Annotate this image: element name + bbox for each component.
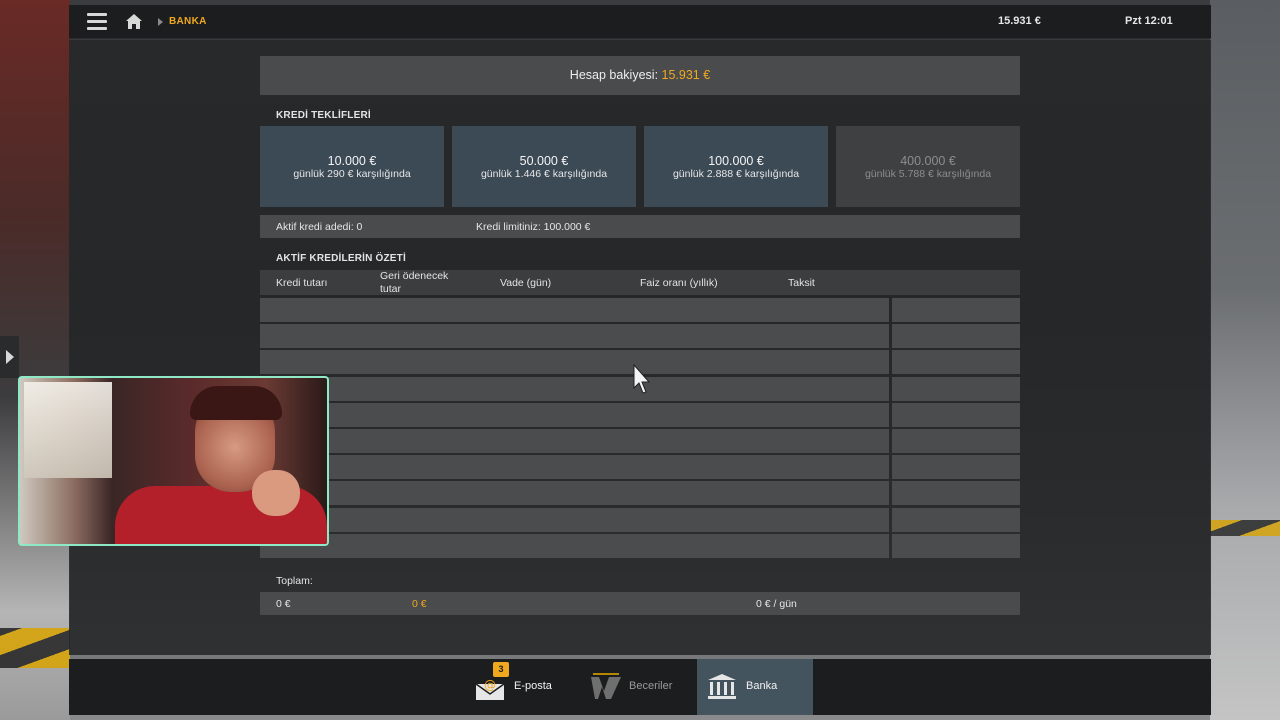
offer-amount: 100.000 € xyxy=(708,154,764,168)
side-panel-toggle[interactable] xyxy=(0,336,19,378)
table-row xyxy=(260,455,1020,480)
mouse-cursor-icon xyxy=(633,364,651,394)
game-background-right xyxy=(1210,0,1280,720)
home-icon[interactable] xyxy=(125,13,143,30)
dock-skills-label: Beceriler xyxy=(629,680,673,692)
offer-daily-cost: günlük 290 € karşılığında xyxy=(293,168,411,180)
col-loan-amount: Kredi tutarı xyxy=(276,277,328,289)
loan-offer-400000: 400.000 € günlük 5.788 € karşılığında xyxy=(836,126,1020,207)
svg-text:@: @ xyxy=(484,678,496,692)
game-clock: Pzt 12:01 xyxy=(1125,15,1173,27)
table-row xyxy=(260,298,1020,322)
email-icon: @ xyxy=(475,678,505,700)
active-loans-table xyxy=(260,298,1020,560)
offer-amount: 50.000 € xyxy=(519,154,569,168)
loan-offer-50000[interactable]: 50.000 € günlük 1.446 € karşılığında xyxy=(452,126,636,207)
offer-daily-cost: günlük 2.888 € karşılığında xyxy=(672,168,800,180)
dock-email-label: E-posta xyxy=(514,680,552,692)
dock-bank-label: Banka xyxy=(746,680,778,692)
active-loans-summary-title: AKTİF KREDİLERİN ÖZETİ xyxy=(276,253,406,264)
table-row xyxy=(260,402,1020,427)
total-installment: 0 € / gün xyxy=(756,598,797,610)
skills-icon xyxy=(591,673,621,699)
totals-bar: 0 € 0 € 0 € / gün xyxy=(260,592,1020,615)
col-installment: Taksit xyxy=(788,277,815,289)
dock-bank[interactable]: Banka xyxy=(697,659,813,715)
table-row xyxy=(260,324,1020,349)
col-repay-amount: Geri ödenecek tutar xyxy=(380,270,449,295)
table-row xyxy=(260,507,1020,532)
hazard-stripe xyxy=(1210,520,1280,536)
active-loan-count: Aktif kredi adedi: 0 xyxy=(276,221,363,233)
dock-skills[interactable]: Beceriler xyxy=(581,659,697,715)
offer-daily-cost: günlük 5.788 € karşılığında xyxy=(864,168,992,180)
table-row xyxy=(260,428,1020,453)
balance-label: Hesap bakiyesi: xyxy=(569,68,662,82)
offer-amount: 400.000 € xyxy=(900,154,956,168)
table-row xyxy=(260,481,1020,506)
credit-limit: Kredi limitiniz: 100.000 € xyxy=(476,221,591,233)
loan-offers-title: KREDİ TEKLİFLERİ xyxy=(276,110,371,121)
breadcrumb-arrow-icon xyxy=(158,18,163,26)
offer-amount: 10.000 € xyxy=(327,154,377,168)
table-row xyxy=(260,533,1020,558)
webcam-overlay xyxy=(18,376,329,546)
hazard-stripe xyxy=(0,628,70,668)
account-balance: Hesap bakiyesi: 15.931 € xyxy=(260,56,1020,95)
breadcrumb[interactable]: BANKA xyxy=(169,16,207,27)
loan-offer-10000[interactable]: 10.000 € günlük 290 € karşılığında xyxy=(260,126,444,207)
total-label: Toplam: xyxy=(276,575,313,587)
money-display: 15.931 € xyxy=(998,15,1041,27)
col-interest-rate: Faiz oranı (yıllık) xyxy=(640,277,718,289)
total-loan-amount: 0 € xyxy=(276,598,291,610)
table-header: Kredi tutarı Geri ödenecek tutar Vade (g… xyxy=(260,270,1020,295)
col-term: Vade (gün) xyxy=(500,277,552,289)
balance-amount: 15.931 € xyxy=(661,68,711,82)
offer-daily-cost: günlük 1.446 € karşılığında xyxy=(480,168,608,180)
email-unread-badge: 3 xyxy=(493,662,509,677)
dock-email[interactable]: @ E-posta xyxy=(465,659,565,715)
top-bar: BANKA 15.931 € Pzt 12:01 xyxy=(69,5,1211,39)
loan-offer-100000[interactable]: 100.000 € günlük 2.888 € karşılığında xyxy=(644,126,828,207)
hamburger-menu-icon[interactable] xyxy=(87,13,107,30)
bank-icon xyxy=(708,674,736,699)
total-repay-amount: 0 € xyxy=(412,598,427,610)
loan-offers: 10.000 € günlük 290 € karşılığında 50.00… xyxy=(260,126,1020,207)
loan-info-bar: Aktif kredi adedi: 0 Kredi limitiniz: 10… xyxy=(260,215,1020,238)
bottom-dock: @ E-posta 3 Beceriler Banka xyxy=(69,659,1211,715)
